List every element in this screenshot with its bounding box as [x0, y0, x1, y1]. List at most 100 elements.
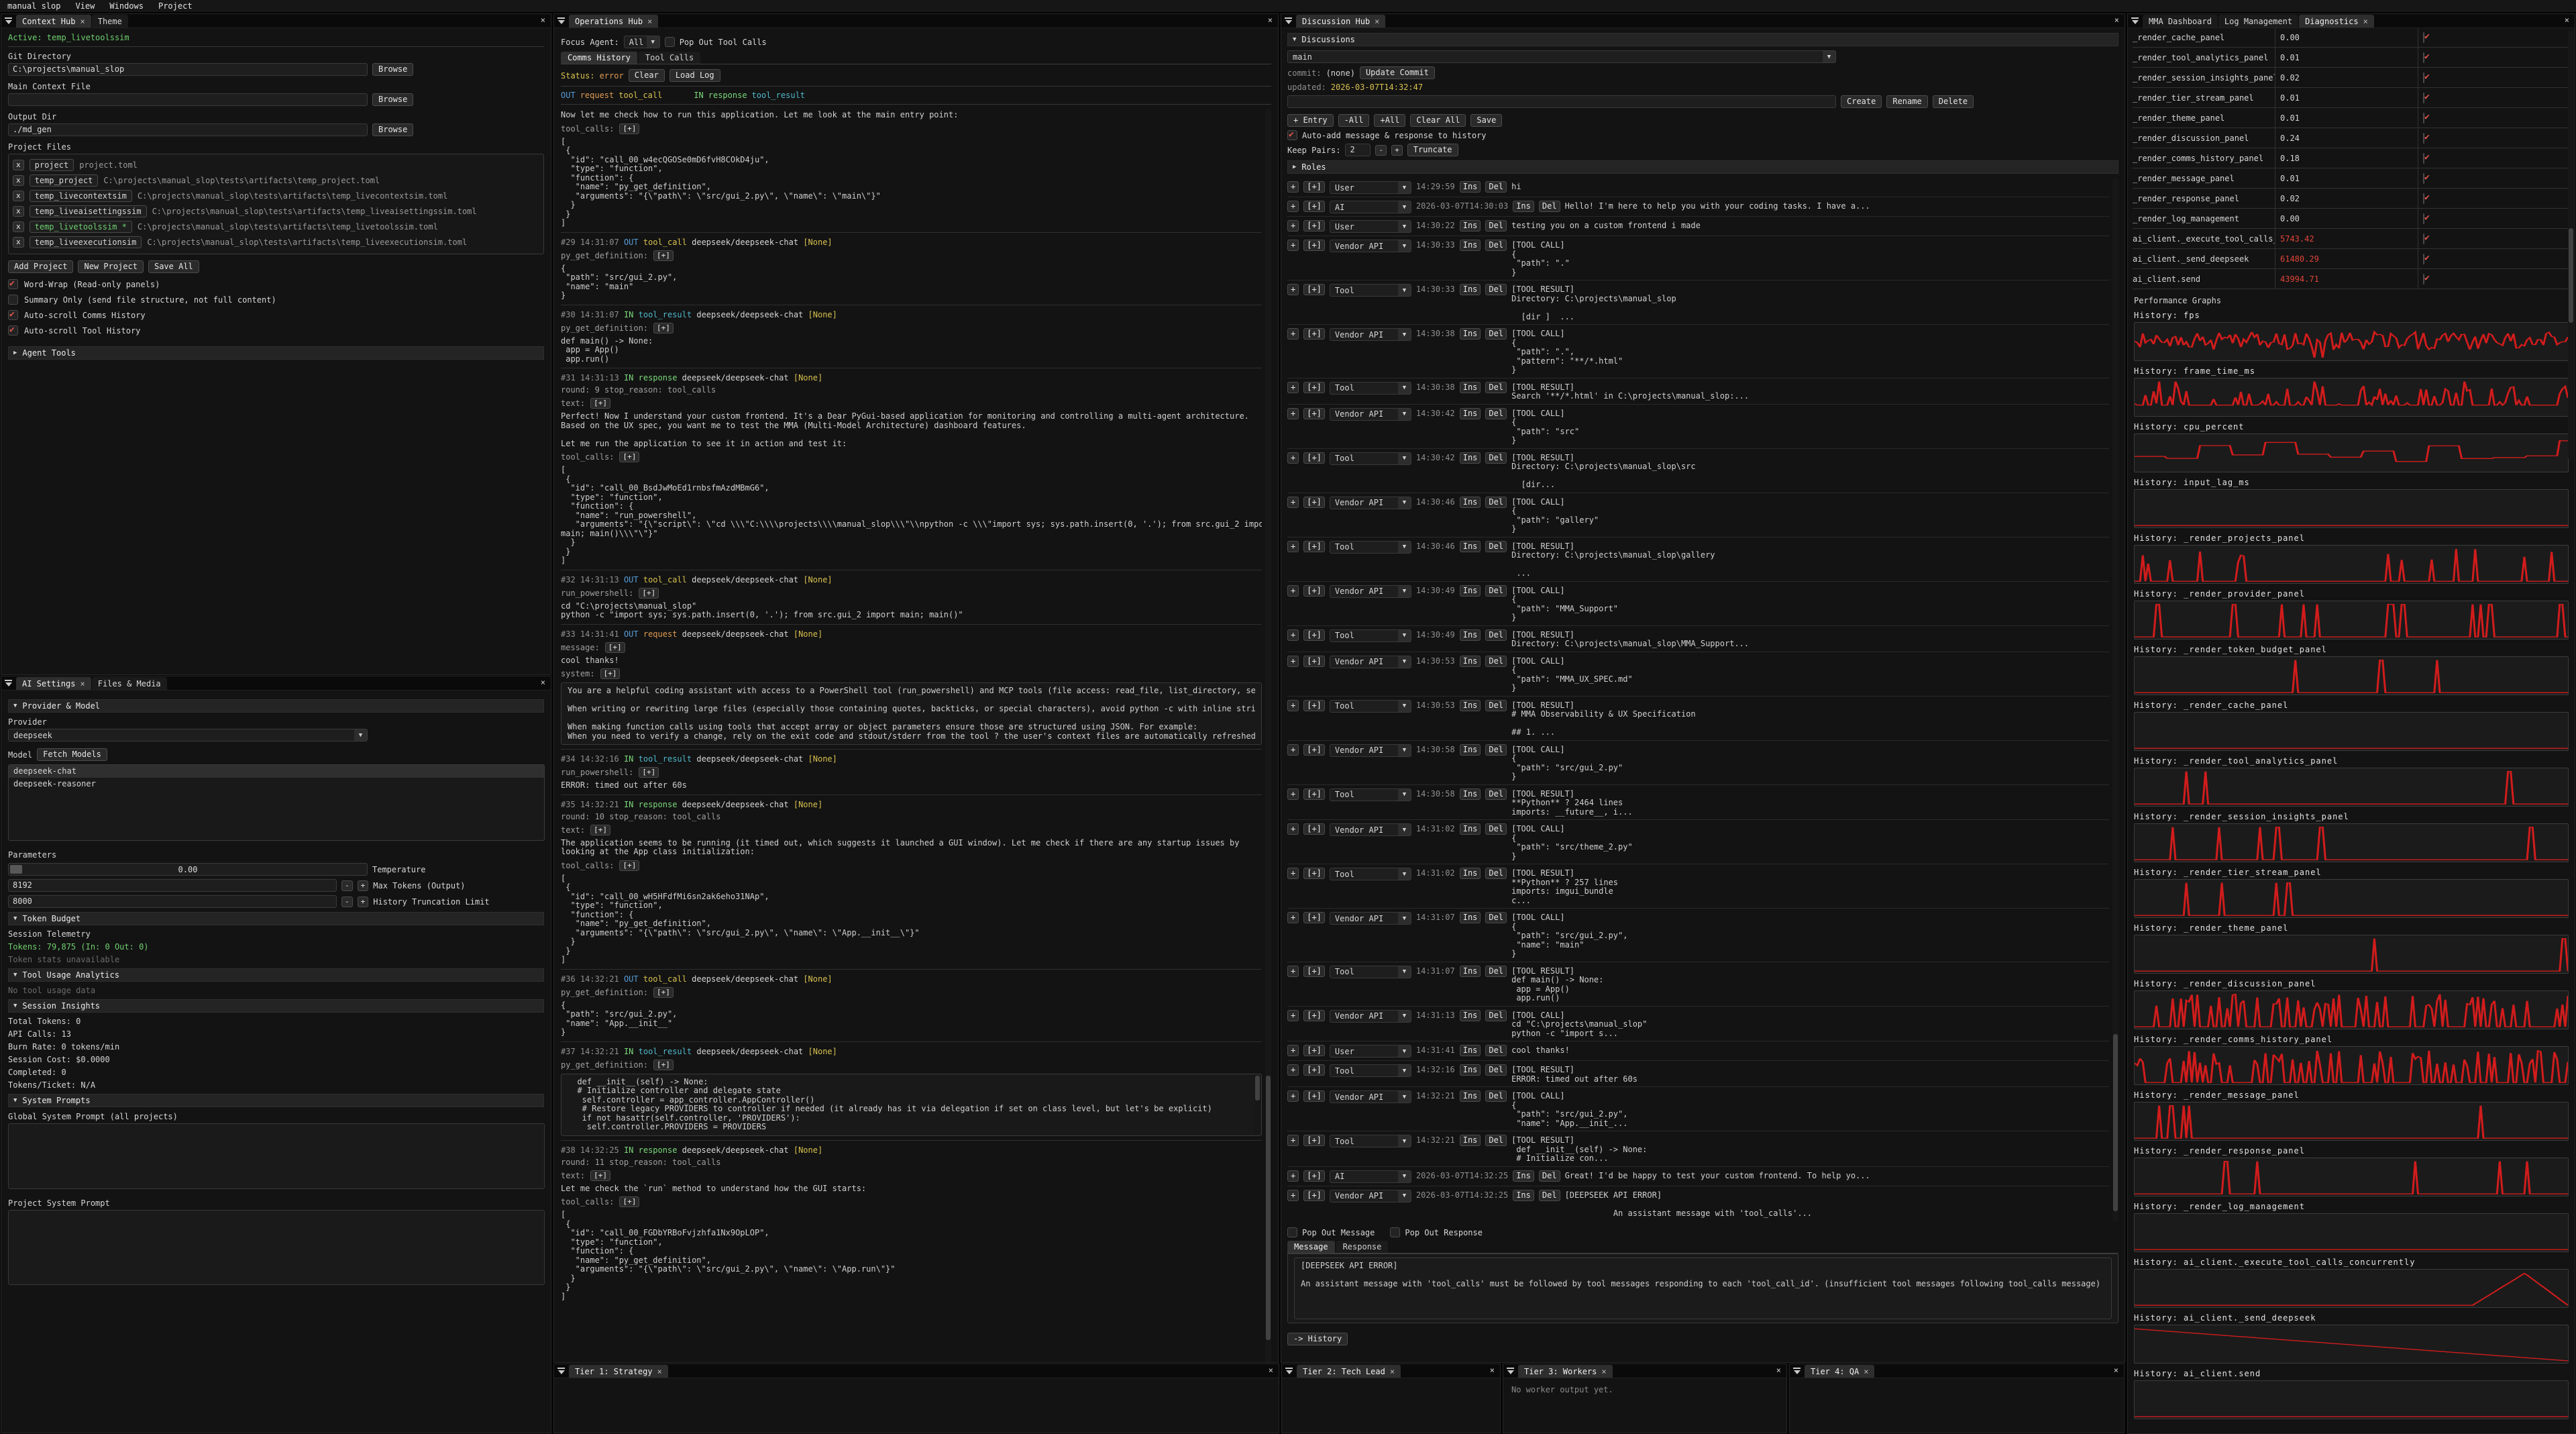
insert-button[interactable]: Ins	[1460, 912, 1481, 923]
tab-diagnostics[interactable]: Diagnostics×	[2299, 15, 2374, 28]
discussion-branch-combo[interactable]: main ▼	[1287, 50, 1836, 63]
expand-button[interactable]: [+]	[1303, 700, 1325, 711]
expand-button[interactable]: [+]	[639, 588, 659, 599]
insert-button[interactable]: Ins	[1460, 700, 1481, 711]
timing-checkbox[interactable]	[2423, 93, 2424, 103]
path-input[interactable]: ./md_gen	[8, 123, 368, 136]
timing-checkbox[interactable]	[2423, 173, 2424, 184]
browse-button[interactable]: Browse	[372, 63, 413, 76]
remove-file-button[interactable]: x	[13, 237, 24, 248]
insert-button[interactable]: Ins	[1460, 284, 1481, 295]
role-combo[interactable]: Vendor API▼	[1330, 1190, 1411, 1202]
add-entry-button[interactable]: +	[1287, 541, 1299, 552]
path-input[interactable]	[8, 93, 368, 106]
expand-button[interactable]: [+]	[619, 452, 639, 462]
remove-file-button[interactable]: x	[13, 206, 24, 217]
project-prompt-textarea[interactable]	[8, 1210, 545, 1285]
tab-operations-hub[interactable]: Operations Hub×	[569, 15, 658, 28]
add-entry-button[interactable]: +	[1287, 1010, 1299, 1021]
window-menu-icon[interactable]	[554, 1364, 569, 1378]
decrement-button[interactable]: -	[1375, 145, 1387, 156]
tab-tier3[interactable]: Tier 3: Workers×	[1518, 1365, 1613, 1378]
window-menu-icon[interactable]	[554, 14, 569, 28]
insert-button[interactable]: Ins	[1460, 1010, 1481, 1021]
tab-tier4[interactable]: Tier 4: QA×	[1805, 1365, 1874, 1378]
add-entry-button[interactable]: +	[1287, 181, 1299, 193]
role-combo[interactable]: Vendor API▼	[1330, 656, 1411, 668]
delete-button[interactable]: Del	[1485, 966, 1507, 977]
menu-item-project[interactable]: Project	[151, 0, 200, 13]
role-combo[interactable]: Tool▼	[1330, 629, 1411, 642]
insert-button[interactable]: Ins	[1460, 1064, 1481, 1076]
add-entry-button[interactable]: +	[1287, 284, 1299, 295]
close-icon[interactable]: ×	[1864, 1367, 1868, 1376]
delete-button[interactable]: Del	[1485, 629, 1507, 641]
role-combo[interactable]: Tool▼	[1330, 284, 1411, 297]
slider-grab[interactable]	[10, 865, 22, 874]
checkbox[interactable]	[8, 279, 18, 289]
expand-button[interactable]: [+]	[1303, 452, 1325, 464]
model-item[interactable]: deepseek-chat	[9, 765, 544, 778]
delete-button[interactable]: Del	[1485, 284, 1507, 295]
expand-button[interactable]: [+]	[653, 323, 674, 334]
add-entry-button[interactable]: +	[1287, 408, 1299, 419]
close-icon[interactable]: ×	[80, 17, 85, 26]
expand-button[interactable]: [+]	[1303, 1170, 1325, 1182]
insert-button[interactable]: Ins	[1460, 823, 1481, 835]
expand-button[interactable]: [+]	[1303, 1090, 1325, 1102]
expand-button[interactable]: [+]	[1303, 382, 1325, 393]
expand-button[interactable]: [+]	[1303, 585, 1325, 597]
window-menu-icon[interactable]	[1282, 1364, 1297, 1378]
delete-button[interactable]: Del	[1485, 382, 1507, 393]
global-prompt-textarea[interactable]	[8, 1123, 545, 1189]
expand-button[interactable]: [+]	[590, 825, 610, 835]
scrollbar[interactable]	[2568, 31, 2574, 460]
expand-button[interactable]: [+]	[1303, 912, 1325, 923]
max-tokens-input[interactable]: 8192	[8, 879, 337, 892]
close-icon[interactable]: ×	[647, 17, 652, 26]
role-combo[interactable]: Tool▼	[1330, 700, 1411, 713]
role-combo[interactable]: Tool▼	[1330, 382, 1411, 395]
save-all-button[interactable]: Save All	[148, 260, 199, 273]
expand-button[interactable]: [+]	[653, 987, 674, 998]
path-input[interactable]: C:\projects\manual_slop	[8, 63, 368, 76]
insert-button[interactable]: Ins	[1513, 1170, 1534, 1182]
scrollbar-grab[interactable]	[1255, 1076, 1260, 1100]
add-entry-button[interactable]: +	[1287, 497, 1299, 508]
role-combo[interactable]: Tool▼	[1330, 541, 1411, 554]
window-close-icon[interactable]: ×	[1485, 1364, 1500, 1378]
add-entry-button[interactable]: +	[1287, 1170, 1299, 1182]
close-icon[interactable]: ×	[2363, 17, 2368, 26]
timing-checkbox[interactable]	[2423, 234, 2424, 244]
tab-discussion-hub[interactable]: Discussion Hub×	[1296, 15, 1385, 28]
role-combo[interactable]: Vendor API▼	[1330, 328, 1411, 341]
add-entry-button[interactable]: +	[1287, 1135, 1299, 1146]
expand-button[interactable]: [+]	[605, 642, 625, 653]
decrement-button[interactable]: -	[341, 880, 353, 891]
expand-button[interactable]: [+]	[1303, 966, 1325, 977]
window-close-icon[interactable]: ×	[535, 676, 551, 690]
add-entry-button[interactable]: +	[1287, 823, 1299, 835]
timing-checkbox[interactable]	[2423, 133, 2424, 144]
insert-button[interactable]: Ins	[1513, 201, 1534, 212]
-all-button[interactable]: +All	[1374, 114, 1405, 127]
save-button[interactable]: Save	[1470, 114, 1502, 127]
role-combo[interactable]: Tool▼	[1330, 452, 1411, 465]
close-icon[interactable]: ×	[1375, 17, 1379, 26]
close-icon[interactable]: ×	[657, 1367, 662, 1376]
project-chip[interactable]: temp_livecontextsim	[30, 190, 132, 202]
project-chip[interactable]: temp_liveaisettingssim	[30, 205, 147, 217]
add-entry-button[interactable]: +	[1287, 966, 1299, 977]
delete-button[interactable]: Del	[1485, 823, 1507, 835]
scrollbar-grab[interactable]	[2569, 228, 2573, 323]
pop-out-message-checkbox[interactable]	[1287, 1227, 1297, 1237]
role-combo[interactable]: User▼	[1330, 220, 1411, 233]
tab-ai-settings[interactable]: AI Settings×	[16, 677, 91, 690]
insert-button[interactable]: Ins	[1460, 240, 1481, 251]
expand-button[interactable]: [+]	[600, 668, 621, 679]
update-commit-button[interactable]: Update Commit	[1360, 66, 1435, 79]
delete-button[interactable]: Del	[1485, 656, 1507, 667]
expand-button[interactable]: [+]	[1303, 240, 1325, 251]
session-insights-header[interactable]: ▼Session Insights	[8, 999, 544, 1013]
delete-button[interactable]: Del	[1485, 788, 1507, 800]
